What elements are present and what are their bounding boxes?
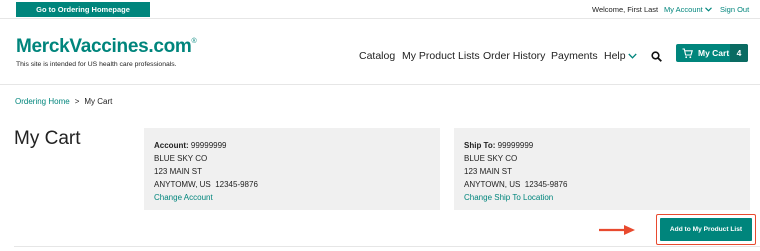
add-to-product-list-button[interactable]: Add to My Product List xyxy=(660,218,752,241)
account-heading-label: Account: xyxy=(154,141,189,150)
cart-count-badge: 4 xyxy=(730,44,748,62)
nav-help[interactable]: Help xyxy=(604,50,637,62)
account-city-line: ANYTOMW, US 12345-9876 xyxy=(154,180,258,189)
welcome-text: Welcome, First Last xyxy=(592,5,659,14)
ship-to-card: Ship To: 99999999 BLUE SKY CO 123 MAIN S… xyxy=(454,128,750,210)
my-account-label: My Account xyxy=(664,5,703,14)
my-cart-button[interactable]: My Cart 4 xyxy=(676,44,748,62)
add-to-list-highlight: Add to My Product List xyxy=(656,214,756,245)
ship-to-name: BLUE SKY CO xyxy=(464,154,518,163)
change-account-link[interactable]: Change Account xyxy=(154,191,430,204)
change-ship-to-link[interactable]: Change Ship To Location xyxy=(464,191,740,204)
ship-to-city-line: ANYTOWN, US 12345-9876 xyxy=(464,180,568,189)
cart-label: My Cart xyxy=(698,48,730,58)
nav-help-label: Help xyxy=(604,50,626,62)
ship-to-heading: Ship To: 99999999 xyxy=(464,139,740,152)
logo-registered-mark: ® xyxy=(191,38,197,45)
my-account-menu[interactable]: My Account xyxy=(664,5,712,14)
sign-out-link[interactable]: Sign Out xyxy=(720,5,749,14)
breadcrumb-separator: > xyxy=(74,97,80,106)
ship-to-heading-label: Ship To: xyxy=(464,141,496,150)
nav-catalog[interactable]: Catalog xyxy=(359,50,395,62)
chevron-down-icon xyxy=(704,7,712,12)
ordering-homepage-button[interactable]: Go to Ordering Homepage xyxy=(16,2,150,17)
site-tagline: This site is intended for US health care… xyxy=(16,61,177,68)
arrow-right-icon xyxy=(599,225,635,235)
logo-text: MerckVaccines.com xyxy=(16,36,192,57)
search-icon[interactable] xyxy=(651,51,662,62)
account-heading: Account: 99999999 xyxy=(154,139,430,152)
nav-product-lists[interactable]: My Product Lists xyxy=(402,50,480,62)
cart-icon xyxy=(682,47,693,58)
ship-to-number: 99999999 xyxy=(497,141,534,150)
nav-order-history[interactable]: Order History xyxy=(483,50,545,62)
page-title: My Cart xyxy=(14,128,81,149)
breadcrumb-ordering-home[interactable]: Ordering Home xyxy=(15,97,70,106)
account-name: BLUE SKY CO xyxy=(154,154,208,163)
breadcrumb-current: My Cart xyxy=(84,97,113,106)
nav-payments[interactable]: Payments xyxy=(551,50,598,62)
account-card: Account: 99999999 BLUE SKY CO 123 MAIN S… xyxy=(144,128,440,210)
account-street: 123 MAIN ST xyxy=(154,167,203,176)
account-number: 99999999 xyxy=(190,141,227,150)
header-divider xyxy=(0,84,760,85)
site-logo[interactable]: MerckVaccines.com® xyxy=(16,36,197,57)
breadcrumb: Ordering Home > My Cart xyxy=(15,97,112,106)
utility-bar: Go to Ordering Homepage Welcome, First L… xyxy=(0,0,760,19)
chevron-down-icon xyxy=(627,53,637,59)
section-divider xyxy=(14,246,760,247)
ship-to-street: 123 MAIN ST xyxy=(464,167,513,176)
